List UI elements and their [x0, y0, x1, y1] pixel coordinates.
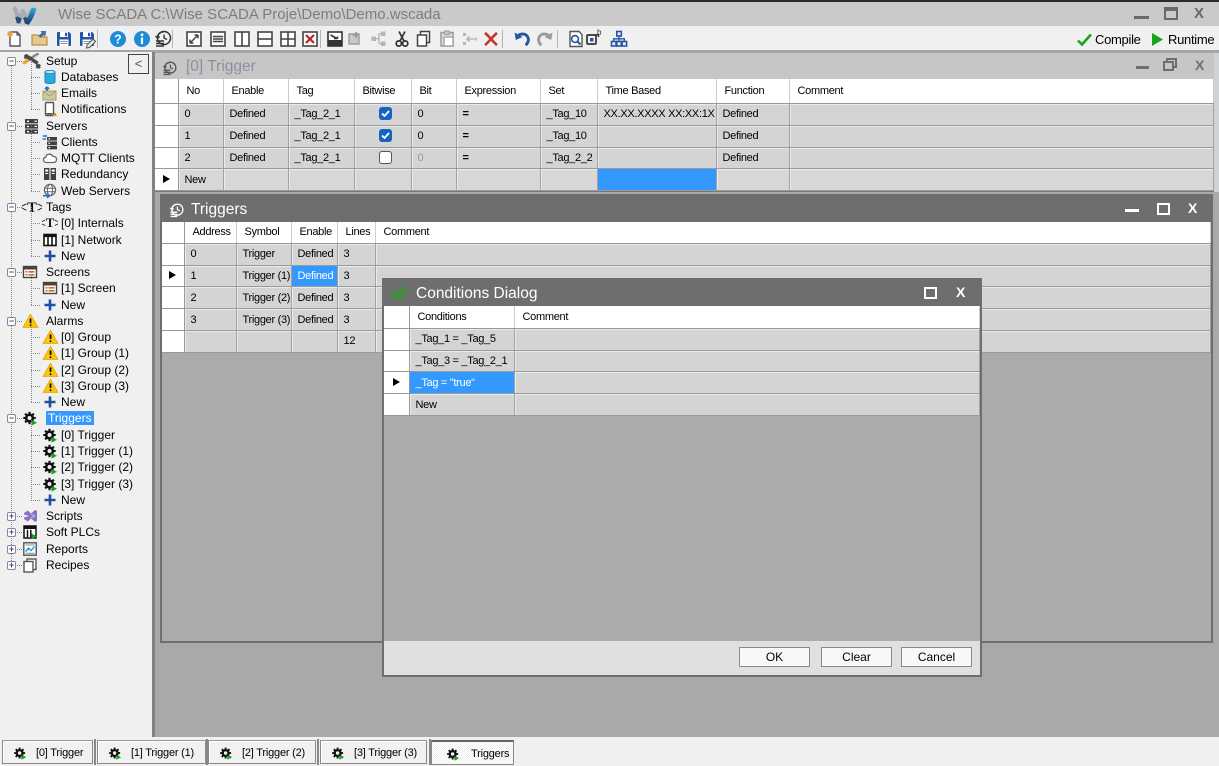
svg-text:b: b — [597, 29, 602, 37]
svg-text:<T>: <T> — [42, 216, 58, 230]
svg-text:<T>: <T> — [22, 200, 42, 215]
svg-text:?: ? — [114, 33, 122, 47]
